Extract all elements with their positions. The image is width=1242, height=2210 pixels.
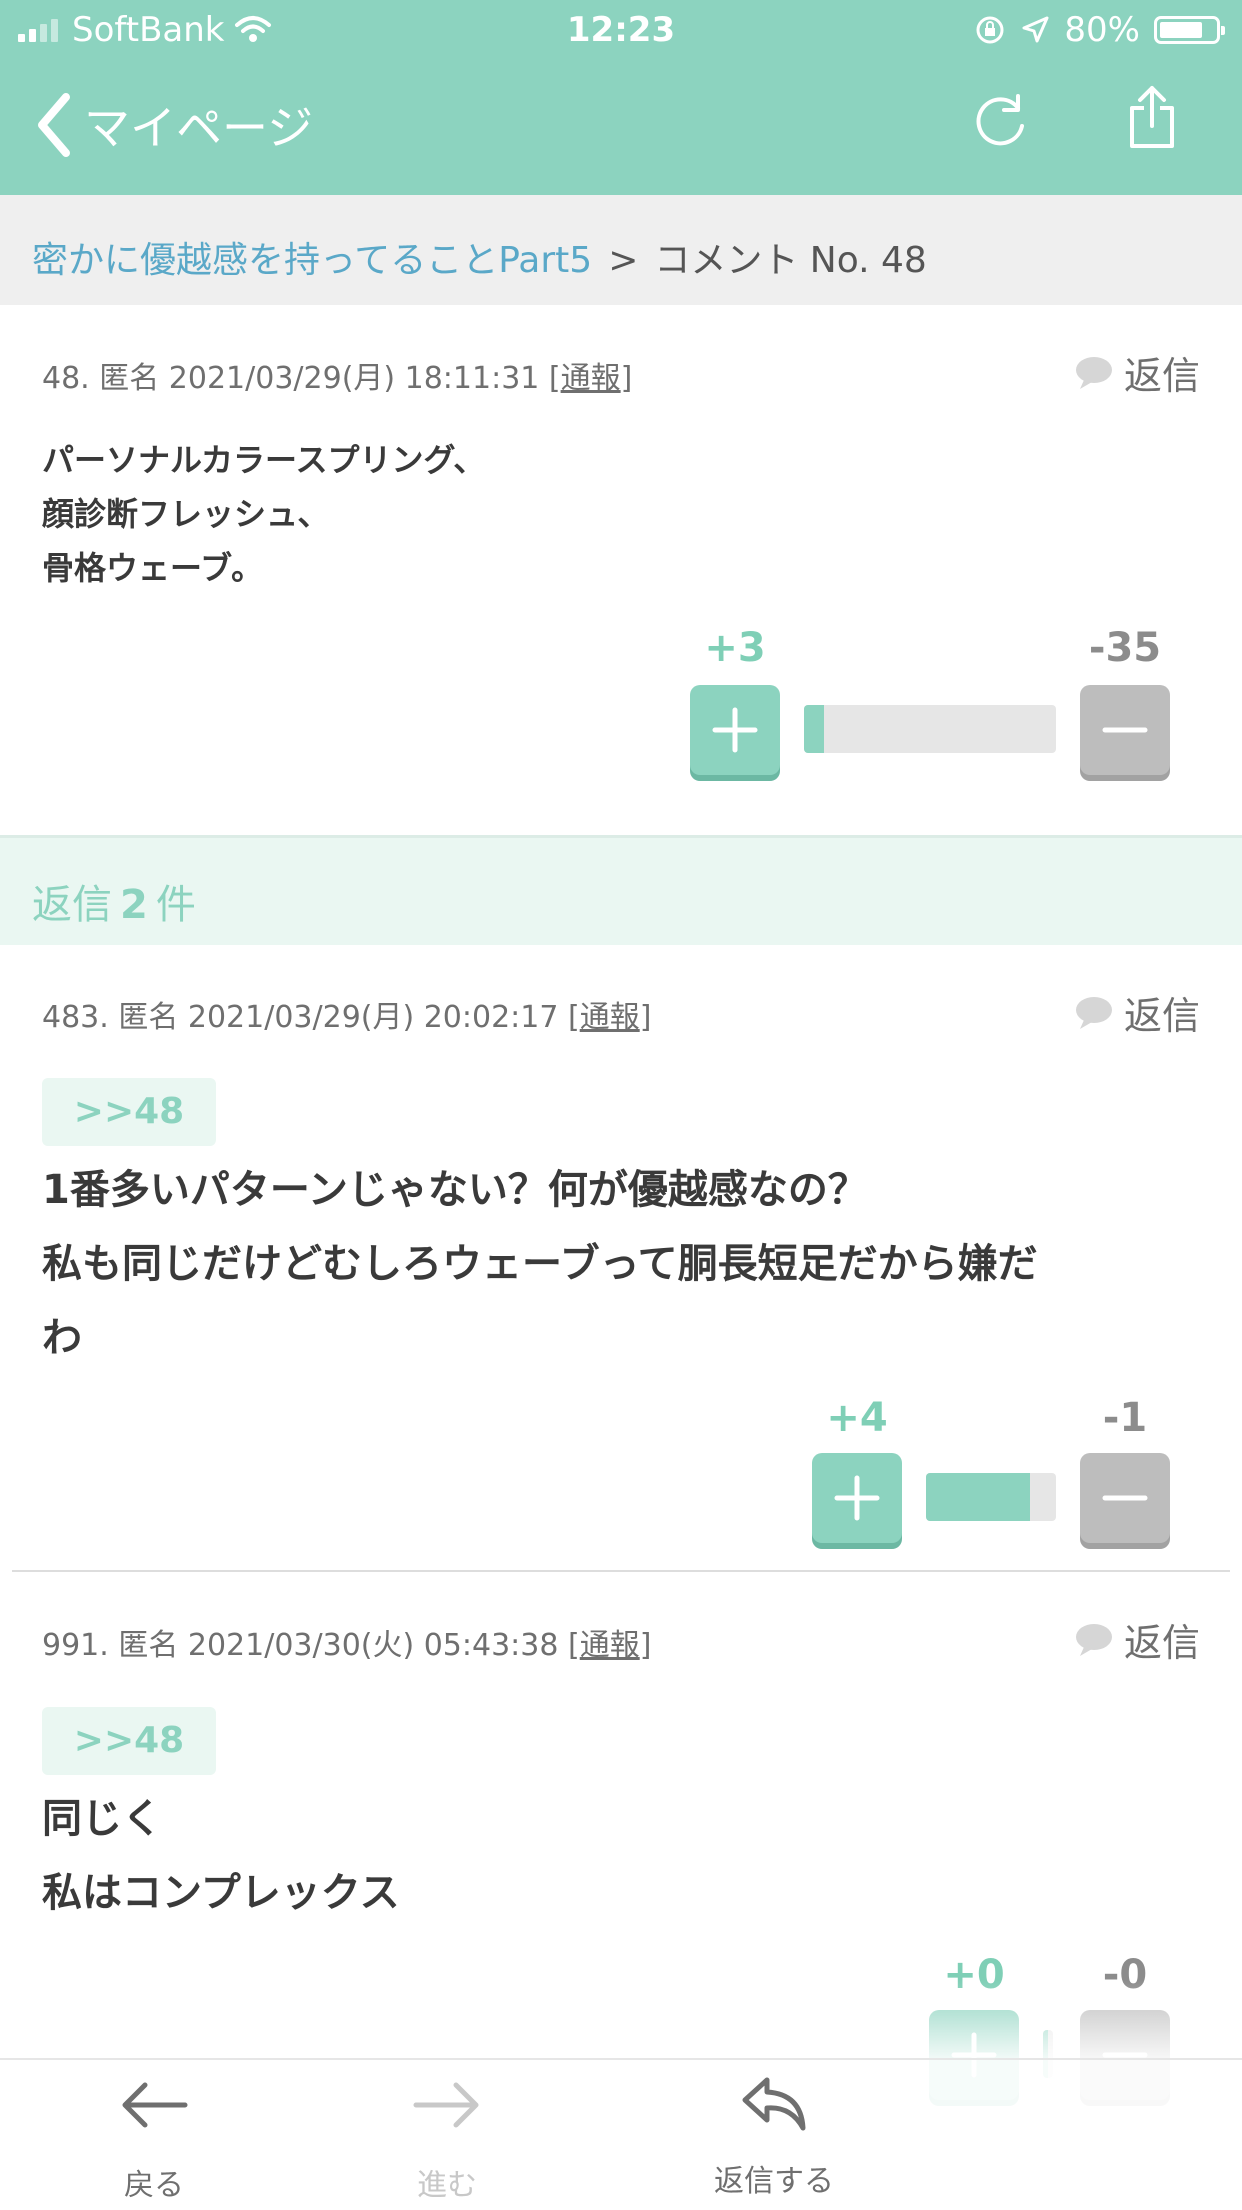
back-button-label: マイページ (84, 101, 314, 155)
comment-meta-end: ] (639, 1000, 652, 1035)
breadcrumb: 密かに優越感を持ってることPart5 > コメント No. 48 (0, 195, 1242, 305)
minus-count: -35 (1088, 625, 1162, 671)
reply-button-label: 返信 (1123, 354, 1200, 398)
minus-count: -1 (1102, 1395, 1148, 1441)
plus-vote-button[interactable] (812, 1453, 902, 1543)
reply-button[interactable]: 返信 (1074, 345, 1200, 400)
comment-meta-end: ] (639, 1628, 652, 1663)
reply-button[interactable]: 返信 (1074, 1612, 1200, 1667)
minus-icon (1102, 1495, 1148, 1501)
breadcrumb-topic-link[interactable]: 密かに優越感を持ってることPart5 (32, 240, 592, 281)
reply-button[interactable]: 返信 (1074, 985, 1200, 1040)
back-to-mypage-button[interactable]: マイページ (34, 92, 313, 158)
vote-ratio-bar (926, 1473, 1056, 1521)
speech-bubble-icon (1075, 1623, 1112, 1656)
comment-meta-text: 483. 匿名 2021/03/29(月) 20:02:17 [ (42, 1000, 580, 1035)
comment-line: 顔診断フレッシュ、 (42, 495, 330, 533)
post-reply-button[interactable]: 返信する (664, 2060, 884, 2210)
report-link[interactable]: 通報 (580, 1000, 640, 1035)
navigation-bar: マイページ (0, 62, 1242, 195)
scroll-fade (0, 1980, 1242, 2060)
speech-bubble-icon (1075, 996, 1112, 1029)
plus-icon (712, 707, 758, 753)
bottom-toolbar: 戻る 進む 返信する (0, 2058, 1242, 2210)
minus-vote-button[interactable] (1080, 685, 1170, 775)
replies-header-suffix: 件 (155, 882, 196, 928)
report-link[interactable]: 通報 (561, 361, 621, 396)
comment-meta: 991. 匿名 2021/03/30(火) 05:43:38 [通報] (42, 1620, 651, 1664)
refresh-icon (976, 94, 1024, 146)
share-icon (1130, 86, 1174, 148)
comment-body: 1番多いパターンじゃない？何が優越感なの？ 私も同じだけどむしろウェーブって胴長… (42, 1153, 1038, 1375)
minus-vote-button[interactable] (1080, 1453, 1170, 1543)
comment-line: 1番多いパターンじゃない？何が優越感なの？ (42, 1167, 868, 1213)
reply-button-label: 返信 (1123, 994, 1200, 1038)
vote-ratio-bar (804, 705, 1056, 753)
comment-meta-text: 48. 匿名 2021/03/29(月) 18:11:31 [ (42, 361, 561, 396)
forward-nav-label: 進む (417, 2168, 477, 2203)
quote-anchor-link[interactable]: >>48 (42, 1078, 216, 1146)
vote-ratio-fill (804, 705, 825, 753)
plus-icon (834, 1475, 880, 1521)
share-button[interactable] (1126, 84, 1178, 154)
battery-icon (1154, 16, 1225, 44)
back-nav-button[interactable]: 戻る (44, 2060, 264, 2210)
comment-meta-end: ] (620, 361, 633, 396)
reply-arrow-icon (742, 2077, 806, 2131)
vote-ratio-fill (926, 1473, 1030, 1521)
comment-line: 私はコンプレックス (42, 1870, 400, 1916)
speech-bubble-icon (1075, 356, 1112, 389)
comment-line: 私も同じだけどむしろウェーブって胴長短足だから嫌だ (42, 1241, 1038, 1287)
comment-meta: 483. 匿名 2021/03/29(月) 20:02:17 [通報] (42, 992, 651, 1036)
main-comment: 48. 匿名 2021/03/29(月) 18:11:31 [通報] 返信 パー… (0, 305, 1242, 835)
plus-count: +4 (826, 1395, 888, 1441)
refresh-button[interactable] (972, 92, 1028, 156)
battery-percent: 80% (1064, 10, 1140, 50)
replies-header: 返信 2 件 (0, 835, 1242, 945)
back-nav-label: 戻る (124, 2168, 184, 2203)
plus-count: +3 (704, 625, 766, 671)
reply-button-label: 返信 (1123, 1621, 1200, 1665)
orientation-lock-icon (976, 16, 1004, 44)
report-link[interactable]: 通報 (580, 1628, 640, 1663)
battery-level (1160, 22, 1202, 38)
comment-meta-text: 991. 匿名 2021/03/30(火) 05:43:38 [ (42, 1628, 580, 1663)
forward-nav-button[interactable]: 進む (337, 2060, 557, 2210)
minus-icon (1102, 727, 1148, 733)
status-bar: SoftBank 12:23 80% (0, 0, 1242, 62)
status-right: 80% (974, 10, 1225, 50)
arrow-left-icon (122, 2082, 188, 2128)
breadcrumb-current: コメント No. 48 (654, 240, 927, 281)
comment-meta: 48. 匿名 2021/03/29(月) 18:11:31 [通報] (42, 353, 632, 397)
comment-body: パーソナルカラースプリング、 顔診断フレッシュ、 骨格ウェーブ。 (42, 433, 485, 595)
quote-anchor-link[interactable]: >>48 (42, 1707, 216, 1775)
arrow-right-icon (413, 2082, 479, 2128)
post-reply-label: 返信する (714, 2164, 834, 2199)
reply-comment: 483. 匿名 2021/03/29(月) 20:02:17 [通報] 返信 >… (0, 945, 1242, 1570)
location-arrow-icon (1022, 16, 1049, 43)
plus-vote-button[interactable] (690, 685, 780, 775)
app-header: SoftBank 12:23 80% マイページ (0, 0, 1242, 195)
replies-count: 2 (120, 882, 148, 928)
comment-line: わ (42, 1315, 82, 1361)
comment-line: 骨格ウェーブ。 (42, 549, 264, 587)
comment-line: 同じく (42, 1796, 162, 1842)
breadcrumb-separator: > (608, 240, 639, 281)
replies-header-prefix: 返信 (32, 882, 112, 928)
chevron-left-icon (38, 93, 70, 157)
comment-line: パーソナルカラースプリング、 (42, 441, 486, 479)
comment-body: 同じく 私はコンプレックス (42, 1782, 400, 1930)
